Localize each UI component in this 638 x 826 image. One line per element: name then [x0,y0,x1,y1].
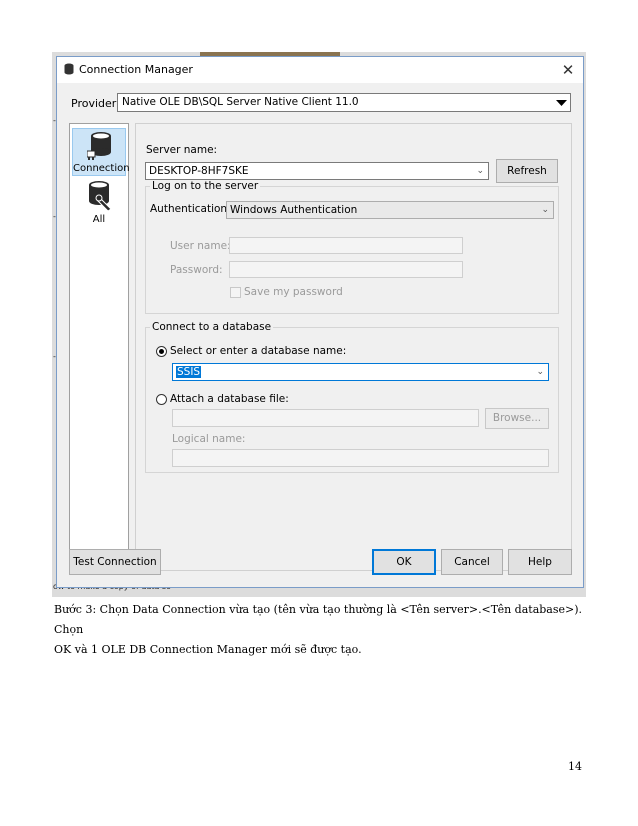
ok-button[interactable]: OK [372,549,436,575]
connection-page: Server name: DESKTOP-8HF7SKE ⌄ Refresh L… [135,123,572,571]
username-input[interactable] [229,237,463,254]
dropdown-arrow-icon[interactable] [553,94,570,111]
attach-database-radio[interactable] [156,394,167,405]
server-name-label: Server name: [146,144,218,156]
title-bar[interactable]: Connection Manager ✕ [57,57,583,83]
nav-item-label: Connection [73,163,130,174]
save-password-checkbox[interactable] [230,287,241,298]
page-number: 14 [568,760,582,773]
password-label: Password: [170,264,223,276]
nav-item-connection[interactable]: Connection [72,128,130,176]
close-icon[interactable]: ✕ [557,60,579,80]
database-name-value: SSIS [176,366,202,378]
connection-manager-dialog: Connection Manager ✕ Provider: Native OL… [56,56,584,588]
database-plug-icon [86,131,113,164]
caption-line-1: Bước 3: Chọn Data Connection vừa tạo (tê… [54,603,583,636]
logical-name-label: Logical name: [172,433,246,445]
page-selector: Connection All [69,123,130,571]
browse-button[interactable]: Browse... [485,408,549,429]
refresh-button[interactable]: Refresh [496,159,558,183]
window-title: Connection Manager [79,63,193,76]
logical-name-input[interactable] [172,449,549,467]
save-password-label: Save my password [244,286,343,298]
chevron-down-icon[interactable]: ⌄ [476,163,484,179]
chevron-down-icon[interactable]: ⌄ [536,364,544,380]
test-connection-button[interactable]: Test Connection [69,549,161,575]
database-group-label: Connect to a database [150,321,274,333]
database-name-combobox[interactable]: SSIS ⌄ [172,363,549,381]
nav-item-all[interactable]: All [72,180,126,228]
server-name-value: DESKTOP-8HF7SKE [149,165,249,177]
cancel-button[interactable]: Cancel [441,549,503,575]
username-label: User name: [170,240,231,252]
authentication-select[interactable]: Windows Authentication ⌄ [226,201,554,219]
provider-value: Native OLE DB\SQL Server Native Client 1… [122,96,359,108]
chevron-down-icon[interactable]: ⌄ [541,202,549,218]
password-input[interactable] [229,261,463,278]
select-database-radio[interactable] [156,346,167,357]
nav-item-label: All [92,214,106,225]
authentication-value: Windows Authentication [230,204,358,216]
attach-database-label: Attach a database file: [170,393,289,405]
provider-select[interactable]: Native OLE DB\SQL Server Native Client 1… [117,93,571,112]
provider-label: Provider: [71,97,120,110]
select-database-label: Select or enter a database name: [170,345,347,357]
server-name-combobox[interactable]: DESKTOP-8HF7SKE ⌄ [145,162,489,180]
database-icon [63,63,75,75]
authentication-label: Authentication: [150,203,231,215]
help-button[interactable]: Help [508,549,572,575]
document-caption: Bước 3: Chọn Data Connection vừa tạo (tê… [54,600,594,660]
database-file-input[interactable] [172,409,479,427]
database-wrench-icon [86,180,114,215]
caption-line-2: OK và 1 OLE DB Connection Manager mới sẽ… [54,643,362,656]
logon-group-label: Log on to the server [150,180,261,192]
